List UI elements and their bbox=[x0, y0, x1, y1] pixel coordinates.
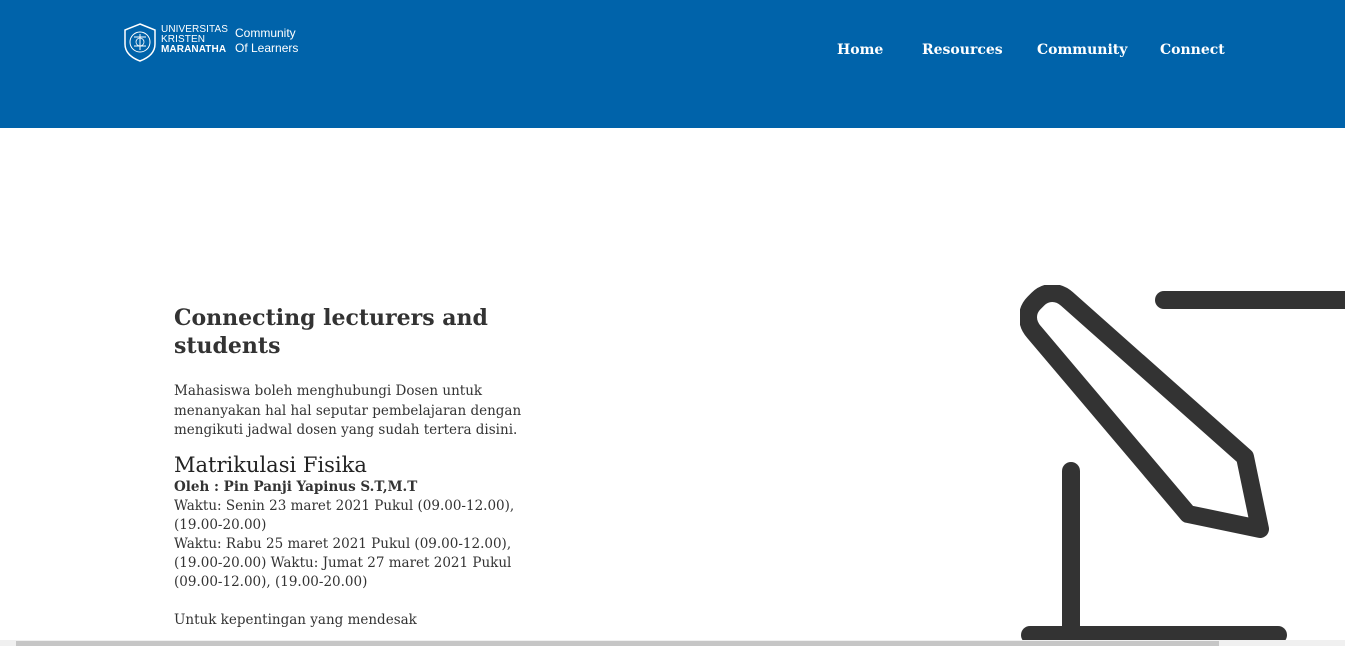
edit-pencil-icon bbox=[1020, 285, 1345, 644]
page-heading-line: Connecting lecturers and bbox=[174, 305, 488, 331]
page-heading-line: students bbox=[174, 333, 281, 359]
nav-connect-link[interactable]: Connect bbox=[1160, 42, 1225, 58]
course-schedule: Waktu: Senin 23 maret 2021 Pukul (09.00-… bbox=[174, 497, 534, 592]
schedule-line: (19.00-20.00) bbox=[174, 516, 267, 533]
main-content: Connecting lecturers and students Mahasi… bbox=[174, 304, 534, 630]
logo-tagline-line: Community bbox=[235, 26, 296, 40]
urgent-note: Untuk kepentingan yang mendesak bbox=[174, 611, 417, 628]
schedule-line: Waktu: Senin 23 maret 2021 Pukul (09.00-… bbox=[174, 497, 515, 514]
logo-tagline: Community Of Learners bbox=[235, 26, 298, 56]
nav-home-link[interactable]: Home bbox=[837, 42, 883, 58]
course-title: Matrikulasi Fisika bbox=[174, 452, 367, 477]
intro-text: Mahasiswa boleh menghubungi Dosen untuk … bbox=[174, 383, 522, 438]
horizontal-scrollbar[interactable] bbox=[0, 640, 1345, 646]
nav-resources-link[interactable]: Resources bbox=[922, 42, 1003, 58]
page-heading: Connecting lecturers and students bbox=[174, 304, 534, 360]
logo-university-name: UNIVERSITAS KRISTEN MARANATHA bbox=[161, 25, 228, 55]
university-seal-icon bbox=[124, 23, 156, 62]
site-header: UNIVERSITAS KRISTEN MARANATHA Community … bbox=[0, 0, 1345, 128]
logo-tagline-line: Of Learners bbox=[235, 41, 299, 55]
course-lecturer: Oleh : Pin Panji Yapinus S.T,M.T bbox=[174, 478, 418, 495]
nav-community-link[interactable]: Community bbox=[1037, 42, 1127, 58]
scrollbar-thumb[interactable] bbox=[16, 641, 1219, 646]
schedule-line: (09.00-12.00), (19.00-20.00) bbox=[174, 573, 368, 590]
logo-line: MARANATHA bbox=[161, 44, 227, 55]
schedule-line: (19.00-20.00) Waktu: Jumat 27 maret 2021… bbox=[174, 554, 512, 571]
schedule-line: Waktu: Rabu 25 maret 2021 Pukul (09.00-1… bbox=[174, 535, 512, 552]
